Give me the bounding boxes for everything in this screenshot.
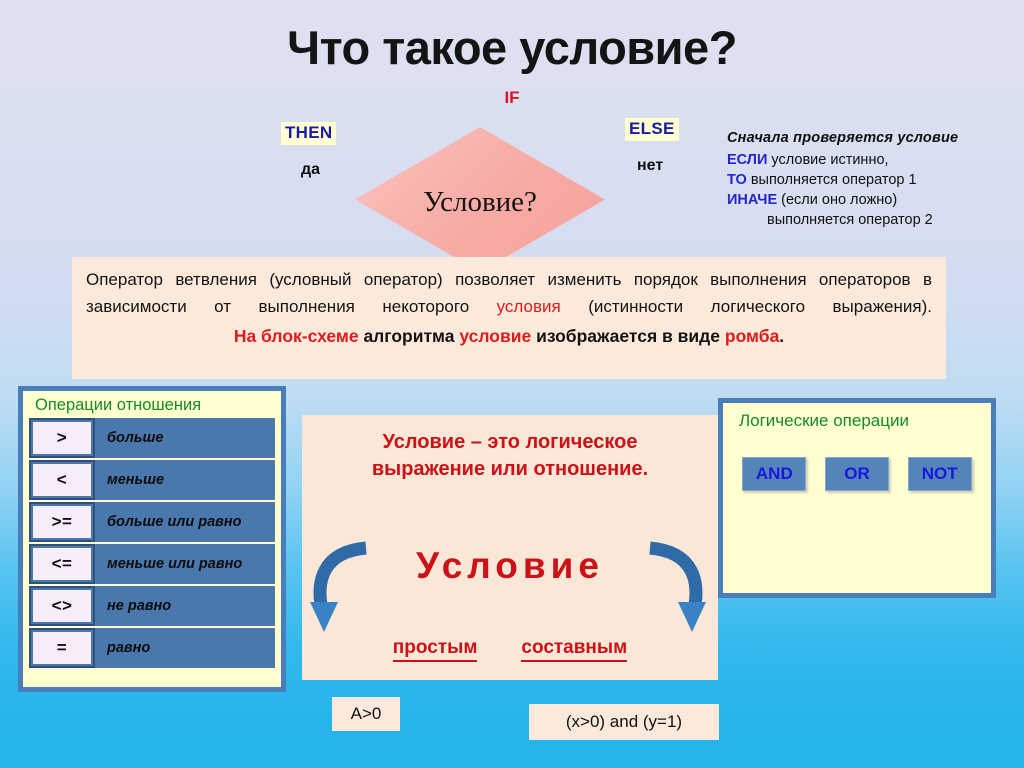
slide-canvas: Что такое условие? IF Условие? THEN ELSE… xyxy=(0,0,1024,768)
relation-operator: <= xyxy=(33,548,91,580)
logic-op-and[interactable]: AND xyxy=(742,457,807,491)
keyword-then: ТО xyxy=(727,172,747,188)
paragraph-text-b: (истинности логического выражения). xyxy=(560,297,932,316)
explanation-line-2-text: условие истинно, xyxy=(771,152,889,168)
center-big-word: Условие xyxy=(416,545,604,586)
table-row: >= больше или равно xyxy=(29,502,275,542)
condition-definition-panel: Условие – это логическое выражение или о… xyxy=(302,415,718,680)
then-label: THEN xyxy=(281,122,337,145)
explanation-line-4: ИНАЧЕ (если оно ложно) xyxy=(727,190,1017,210)
page-title: Что такое условие? xyxy=(287,21,737,74)
explanation-text: Сначала проверяется условие ЕСЛИ условие… xyxy=(727,128,1017,230)
explanation-line-4-text: (если оно ложно) xyxy=(781,192,898,208)
logic-operations-title: Логические операции xyxy=(739,411,909,430)
keyword-else: ИНАЧЕ xyxy=(727,192,778,208)
logic-operations-list: AND OR NOT xyxy=(733,457,981,491)
option-simple: простым xyxy=(392,637,478,662)
table-row: > больше xyxy=(29,418,275,458)
definition-paragraph-box: Оператор ветвления (условный оператор) п… xyxy=(72,257,946,379)
yes-branch-label: да xyxy=(301,161,321,178)
relation-operator-cell: > xyxy=(29,418,95,458)
condition-diamond: Условие? xyxy=(355,127,605,272)
relation-operator-cell: < xyxy=(29,460,95,500)
relation-operations-panel: Операции отношения > больше < меньше >= … xyxy=(18,386,286,692)
relation-operator-cell: <= xyxy=(29,544,95,584)
diamond-label: Условие? xyxy=(423,186,537,218)
explanation-line-1: Сначала проверяется условие xyxy=(727,130,959,146)
definition-paragraph: Оператор ветвления (условный оператор) п… xyxy=(86,266,932,320)
relation-operator-cell: = xyxy=(29,628,95,668)
example-simple-condition: A>0 xyxy=(332,697,400,731)
paragraph-highlight-uslovie: условие xyxy=(459,326,532,346)
else-label: ELSE xyxy=(625,118,679,141)
center-heading: Условие – это логическое выражение или о… xyxy=(302,429,718,483)
logic-operations-panel: Логические операции AND OR NOT xyxy=(718,398,996,598)
logic-op-not[interactable]: NOT xyxy=(907,457,972,491)
center-heading-line-2: выражение или отношение. xyxy=(371,458,649,480)
relation-meaning: равно xyxy=(95,628,275,668)
relation-operator: <> xyxy=(33,590,91,622)
paragraph-text-e: . xyxy=(779,326,785,346)
relation-operator: > xyxy=(33,422,91,454)
example-compound-condition: (x>0) and (y=1) xyxy=(529,704,719,740)
paragraph-text-d: изображается в виде xyxy=(531,326,725,346)
if-keyword-label: IF xyxy=(504,88,520,107)
relation-meaning: меньше или равно xyxy=(95,544,275,584)
explanation-line-3: ТО выполняется оператор 1 xyxy=(727,170,1017,190)
condition-kind-options: простым составным xyxy=(302,637,718,662)
relation-meaning: больше xyxy=(95,418,275,458)
paragraph-highlight-usloviya: условия xyxy=(496,297,561,316)
relation-operator: >= xyxy=(33,506,91,538)
logic-op-or[interactable]: OR xyxy=(824,457,889,491)
relation-operator: = xyxy=(33,632,91,664)
no-branch-label: нет xyxy=(637,157,664,174)
paragraph-highlight-romba: ромба xyxy=(724,326,780,346)
relation-operator-cell: >= xyxy=(29,502,95,542)
table-row: = равно xyxy=(29,628,275,668)
explanation-line-3-text: выполняется оператор 1 xyxy=(750,172,917,188)
center-heading-line-1: Условие – это логическое xyxy=(382,431,638,453)
table-row: <= меньше или равно xyxy=(29,544,275,584)
relation-operations-title: Операции отношения xyxy=(35,396,202,414)
explanation-line-5: выполняется оператор 2 xyxy=(767,212,933,228)
relation-operator-cell: <> xyxy=(29,586,95,626)
option-compound: составным xyxy=(521,637,628,662)
relation-meaning: меньше xyxy=(95,460,275,500)
relation-meaning: больше или равно xyxy=(95,502,275,542)
paragraph-text-c: алгоритма xyxy=(358,326,460,346)
paragraph-highlight-blockscheme: На блок-схеме xyxy=(233,326,359,346)
explanation-line-2: ЕСЛИ условие истинно, xyxy=(727,150,1017,170)
definition-paragraph-emphasis: На блок-схеме алгоритма условие изобража… xyxy=(86,323,932,350)
table-row: <> не равно xyxy=(29,586,275,626)
relation-meaning: не равно xyxy=(95,586,275,626)
relation-operator: < xyxy=(33,464,91,496)
table-row: < меньше xyxy=(29,460,275,500)
keyword-if: ЕСЛИ xyxy=(727,152,768,168)
